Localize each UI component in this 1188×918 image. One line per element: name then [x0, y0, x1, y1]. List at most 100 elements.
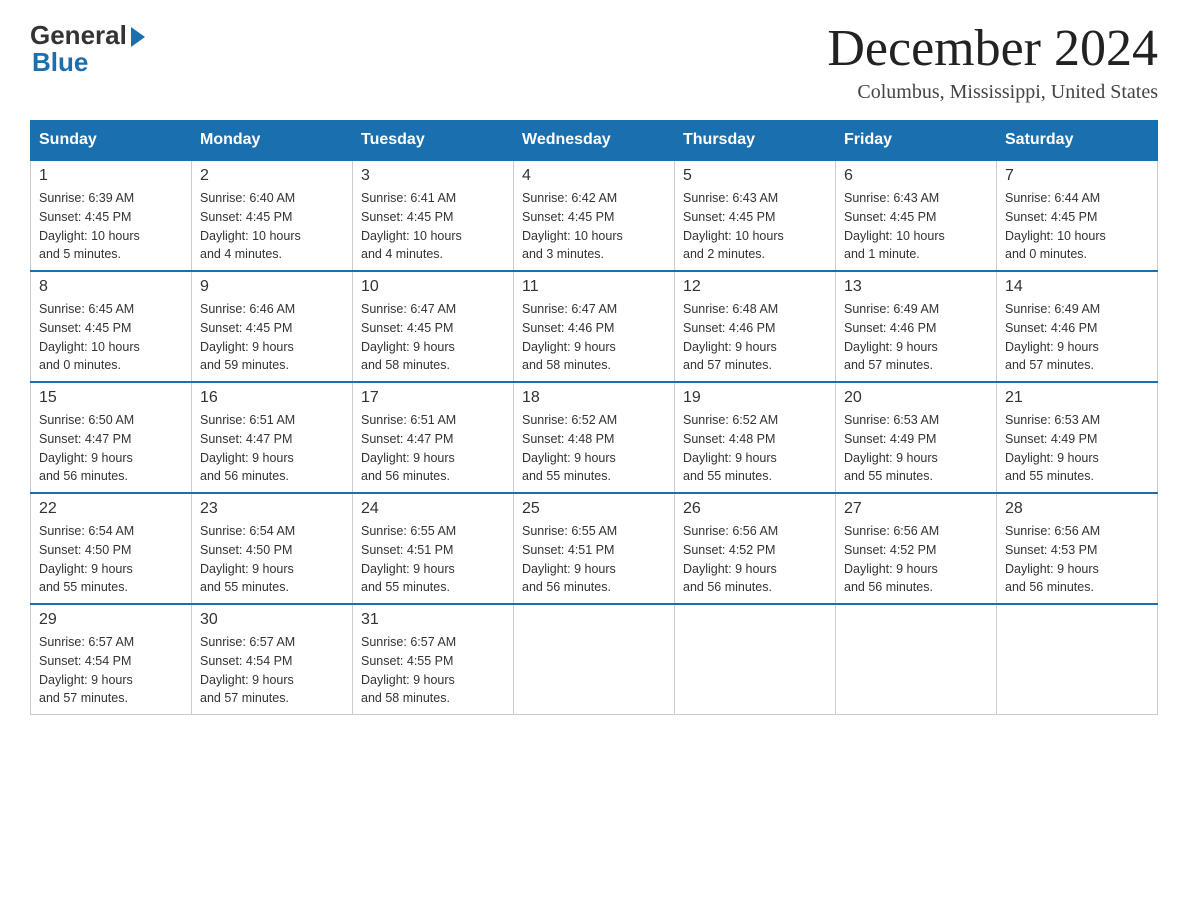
day-cell: 25 Sunrise: 6:55 AMSunset: 4:51 PMDayligh…: [514, 493, 675, 604]
day-number: 9: [200, 278, 344, 296]
weekday-header-row: SundayMondayTuesdayWednesdayThursdayFrid…: [31, 121, 1158, 161]
title-block: December 2024 Columbus, Mississippi, Uni…: [827, 20, 1158, 104]
day-number: 21: [1005, 389, 1149, 407]
day-cell: 17Sunrise: 6:51 AMSunset: 4:47 PMDayligh…: [353, 382, 514, 493]
day-cell: 7 Sunrise: 6:44 AMSunset: 4:45 PMDaylight…: [997, 160, 1158, 271]
day-cell: 5 Sunrise: 6:43 AMSunset: 4:45 PMDaylight…: [675, 160, 836, 271]
day-info: Sunrise: 6:51 AMSunset: 4:47 PMDaylight:…: [200, 411, 344, 486]
day-info: Sunrise: 6:44 AMSunset: 4:45 PMDaylight:…: [1005, 189, 1149, 264]
day-number: 29: [39, 611, 183, 629]
weekday-header-sunday: Sunday: [31, 121, 192, 161]
day-cell: 3 Sunrise: 6:41 AMSunset: 4:45 PMDaylight…: [353, 160, 514, 271]
day-number: 5: [683, 167, 827, 185]
day-cell: 22 Sunrise: 6:54 AMSunset: 4:50 PMDayligh…: [31, 493, 192, 604]
day-cell: 31Sunrise: 6:57 AMSunset: 4:55 PMDayligh…: [353, 604, 514, 715]
day-info: Sunrise: 6:40 AMSunset: 4:45 PMDaylight:…: [200, 189, 344, 264]
day-number: 22: [39, 500, 183, 518]
weekday-header-tuesday: Tuesday: [353, 121, 514, 161]
logo-blue-text: Blue: [32, 47, 88, 78]
day-info: Sunrise: 6:54 AMSunset: 4:50 PMDaylight:…: [39, 522, 183, 597]
weekday-header-wednesday: Wednesday: [514, 121, 675, 161]
day-number: 14: [1005, 278, 1149, 296]
day-info: Sunrise: 6:52 AMSunset: 4:48 PMDaylight:…: [683, 411, 827, 486]
day-cell: 9 Sunrise: 6:46 AMSunset: 4:45 PMDaylight…: [192, 271, 353, 382]
day-info: Sunrise: 6:53 AMSunset: 4:49 PMDaylight:…: [1005, 411, 1149, 486]
day-info: Sunrise: 6:55 AMSunset: 4:51 PMDaylight:…: [361, 522, 505, 597]
day-cell: [514, 604, 675, 715]
day-info: Sunrise: 6:51 AMSunset: 4:47 PMDaylight:…: [361, 411, 505, 486]
weekday-header-saturday: Saturday: [997, 121, 1158, 161]
logo: General Blue: [30, 20, 145, 78]
day-cell: 6 Sunrise: 6:43 AMSunset: 4:45 PMDaylight…: [836, 160, 997, 271]
month-title: December 2024: [827, 20, 1158, 77]
day-number: 24: [361, 500, 505, 518]
weekday-header-monday: Monday: [192, 121, 353, 161]
week-row-4: 22 Sunrise: 6:54 AMSunset: 4:50 PMDayligh…: [31, 493, 1158, 604]
day-number: 4: [522, 167, 666, 185]
week-row-1: 1 Sunrise: 6:39 AMSunset: 4:45 PMDaylight…: [31, 160, 1158, 271]
day-number: 15: [39, 389, 183, 407]
day-cell: 18 Sunrise: 6:52 AMSunset: 4:48 PMDayligh…: [514, 382, 675, 493]
day-number: 27: [844, 500, 988, 518]
day-info: Sunrise: 6:52 AMSunset: 4:48 PMDaylight:…: [522, 411, 666, 486]
day-info: Sunrise: 6:46 AMSunset: 4:45 PMDaylight:…: [200, 300, 344, 375]
day-info: Sunrise: 6:41 AMSunset: 4:45 PMDaylight:…: [361, 189, 505, 264]
week-row-5: 29 Sunrise: 6:57 AMSunset: 4:54 PMDayligh…: [31, 604, 1158, 715]
day-number: 31: [361, 611, 505, 629]
day-number: 28: [1005, 500, 1149, 518]
day-info: Sunrise: 6:45 AMSunset: 4:45 PMDaylight:…: [39, 300, 183, 375]
day-info: Sunrise: 6:57 AMSunset: 4:54 PMDaylight:…: [200, 633, 344, 708]
day-cell: 15Sunrise: 6:50 AMSunset: 4:47 PMDayligh…: [31, 382, 192, 493]
weekday-header-friday: Friday: [836, 121, 997, 161]
day-number: 18: [522, 389, 666, 407]
day-info: Sunrise: 6:39 AMSunset: 4:45 PMDaylight:…: [39, 189, 183, 264]
day-cell: 13 Sunrise: 6:49 AMSunset: 4:46 PMDayligh…: [836, 271, 997, 382]
day-info: Sunrise: 6:47 AMSunset: 4:45 PMDaylight:…: [361, 300, 505, 375]
day-cell: [997, 604, 1158, 715]
day-cell: 28 Sunrise: 6:56 AMSunset: 4:53 PMDayligh…: [997, 493, 1158, 604]
week-row-2: 8Sunrise: 6:45 AMSunset: 4:45 PMDaylight…: [31, 271, 1158, 382]
day-cell: 10 Sunrise: 6:47 AMSunset: 4:45 PMDayligh…: [353, 271, 514, 382]
day-number: 6: [844, 167, 988, 185]
day-cell: 2 Sunrise: 6:40 AMSunset: 4:45 PMDaylight…: [192, 160, 353, 271]
page-header: General Blue December 2024 Columbus, Mis…: [30, 20, 1158, 104]
day-cell: 20Sunrise: 6:53 AMSunset: 4:49 PMDayligh…: [836, 382, 997, 493]
day-info: Sunrise: 6:55 AMSunset: 4:51 PMDaylight:…: [522, 522, 666, 597]
day-number: 10: [361, 278, 505, 296]
day-cell: 4 Sunrise: 6:42 AMSunset: 4:45 PMDaylight…: [514, 160, 675, 271]
day-number: 23: [200, 500, 344, 518]
day-cell: 27 Sunrise: 6:56 AMSunset: 4:52 PMDayligh…: [836, 493, 997, 604]
day-cell: 30Sunrise: 6:57 AMSunset: 4:54 PMDayligh…: [192, 604, 353, 715]
day-info: Sunrise: 6:49 AMSunset: 4:46 PMDaylight:…: [844, 300, 988, 375]
location-title: Columbus, Mississippi, United States: [827, 81, 1158, 104]
day-cell: 8Sunrise: 6:45 AMSunset: 4:45 PMDaylight…: [31, 271, 192, 382]
day-number: 16: [200, 389, 344, 407]
day-info: Sunrise: 6:48 AMSunset: 4:46 PMDaylight:…: [683, 300, 827, 375]
day-number: 7: [1005, 167, 1149, 185]
day-cell: 12Sunrise: 6:48 AMSunset: 4:46 PMDayligh…: [675, 271, 836, 382]
day-info: Sunrise: 6:54 AMSunset: 4:50 PMDaylight:…: [200, 522, 344, 597]
day-cell: 19 Sunrise: 6:52 AMSunset: 4:48 PMDayligh…: [675, 382, 836, 493]
day-cell: 26Sunrise: 6:56 AMSunset: 4:52 PMDayligh…: [675, 493, 836, 604]
day-info: Sunrise: 6:43 AMSunset: 4:45 PMDaylight:…: [844, 189, 988, 264]
day-info: Sunrise: 6:42 AMSunset: 4:45 PMDaylight:…: [522, 189, 666, 264]
day-number: 13: [844, 278, 988, 296]
day-info: Sunrise: 6:43 AMSunset: 4:45 PMDaylight:…: [683, 189, 827, 264]
day-info: Sunrise: 6:57 AMSunset: 4:54 PMDaylight:…: [39, 633, 183, 708]
day-number: 2: [200, 167, 344, 185]
day-cell: 11Sunrise: 6:47 AMSunset: 4:46 PMDayligh…: [514, 271, 675, 382]
day-number: 3: [361, 167, 505, 185]
logo-arrow-icon: [131, 27, 145, 47]
day-number: 19: [683, 389, 827, 407]
day-info: Sunrise: 6:56 AMSunset: 4:53 PMDaylight:…: [1005, 522, 1149, 597]
day-cell: 21 Sunrise: 6:53 AMSunset: 4:49 PMDayligh…: [997, 382, 1158, 493]
day-cell: 23 Sunrise: 6:54 AMSunset: 4:50 PMDayligh…: [192, 493, 353, 604]
day-cell: [836, 604, 997, 715]
calendar-table: SundayMondayTuesdayWednesdayThursdayFrid…: [30, 120, 1158, 715]
weekday-header-thursday: Thursday: [675, 121, 836, 161]
day-cell: 16 Sunrise: 6:51 AMSunset: 4:47 PMDayligh…: [192, 382, 353, 493]
day-number: 25: [522, 500, 666, 518]
day-number: 1: [39, 167, 183, 185]
day-info: Sunrise: 6:56 AMSunset: 4:52 PMDaylight:…: [844, 522, 988, 597]
day-info: Sunrise: 6:49 AMSunset: 4:46 PMDaylight:…: [1005, 300, 1149, 375]
